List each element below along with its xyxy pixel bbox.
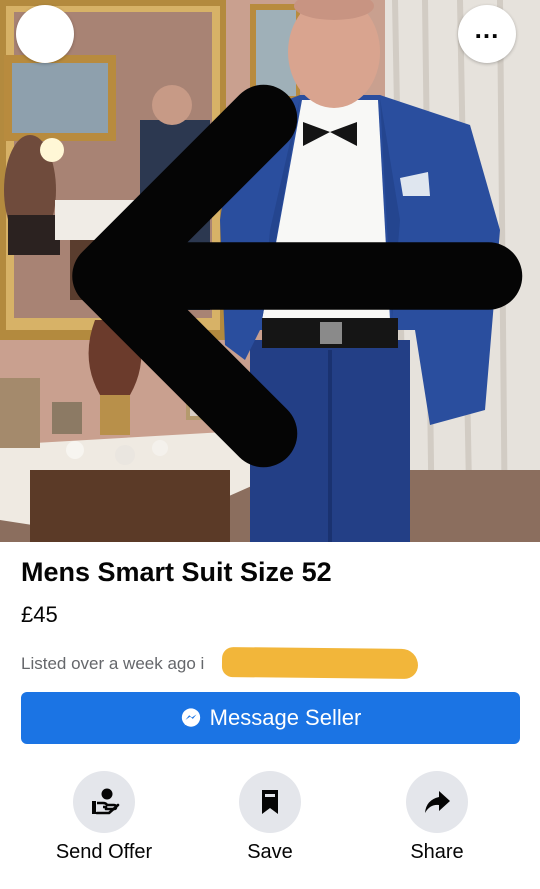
share-circle	[406, 771, 468, 833]
send-offer-button[interactable]: Send Offer	[44, 771, 164, 864]
send-offer-circle	[73, 771, 135, 833]
send-offer-icon	[92, 788, 120, 815]
message-seller-button[interactable]: Message Seller	[21, 692, 520, 744]
save-circle	[239, 771, 301, 833]
share-arrow-icon	[425, 791, 450, 813]
messenger-icon	[181, 708, 200, 727]
listing-photo[interactable]: ...	[0, 0, 540, 542]
arrow-left-icon	[72, 84, 523, 468]
back-button[interactable]	[16, 5, 523, 468]
share-label: Share	[410, 841, 464, 863]
bookmark-icon	[262, 790, 278, 814]
save-label: Save	[247, 841, 293, 863]
more-dots-icon: ...	[474, 14, 500, 44]
share-button[interactable]: Share	[377, 771, 497, 864]
save-button[interactable]: Save	[210, 771, 330, 864]
more-options-button[interactable]: ...	[458, 5, 516, 63]
message-seller-label: Message Seller	[209, 705, 362, 730]
location-redaction-mark	[221, 646, 419, 680]
listing-price: £45	[21, 602, 58, 627]
listed-time-text: Listed over a week ago i	[21, 654, 205, 673]
listing-title: Mens Smart Suit Size 52	[21, 557, 332, 587]
send-offer-label: Send Offer	[55, 841, 153, 863]
